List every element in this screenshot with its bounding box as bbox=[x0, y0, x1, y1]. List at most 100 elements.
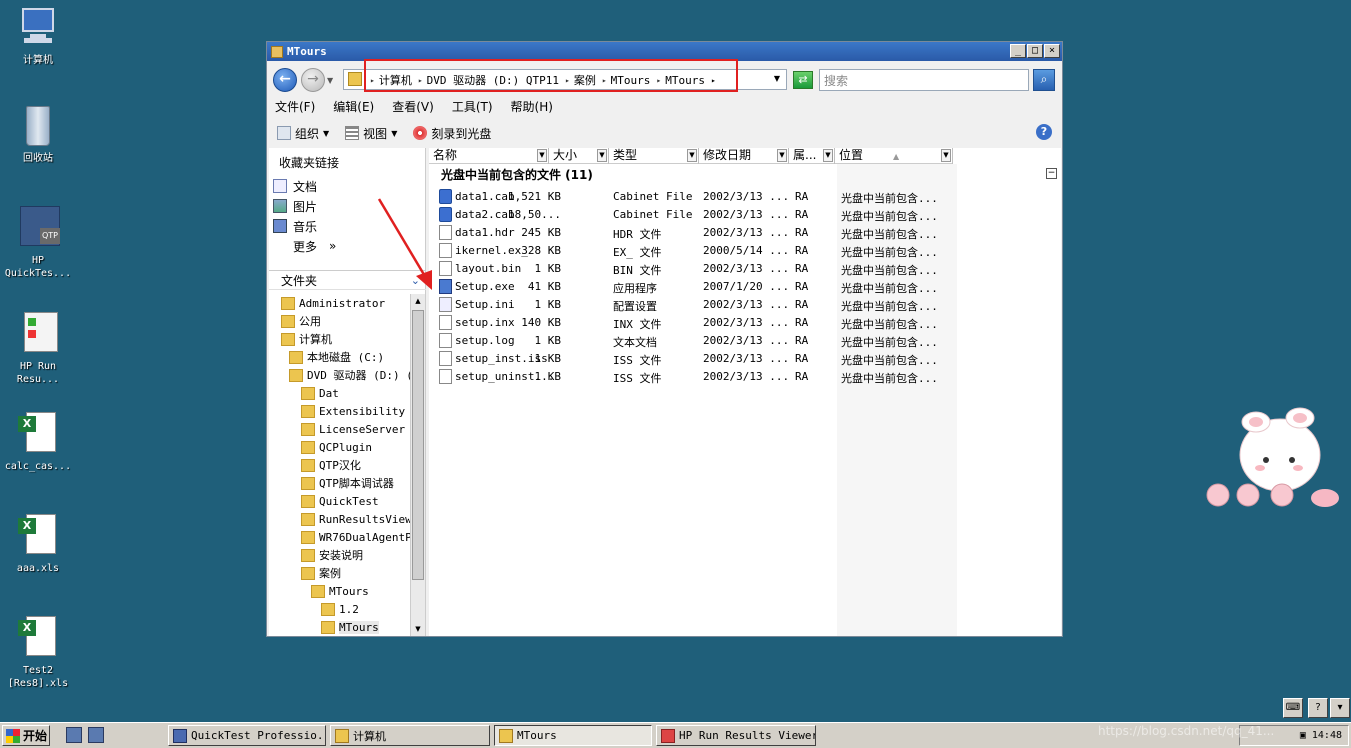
file-row[interactable]: setup.log 1 KB 文本文档 2002/3/13 ... RA 光盘中当前包含.… bbox=[429, 332, 1049, 350]
favorite-music[interactable]: 音乐 bbox=[273, 216, 336, 236]
scroll-down-icon[interactable]: ▼ bbox=[411, 622, 425, 636]
refresh-button[interactable]: ⇄ bbox=[793, 71, 813, 89]
column-dropdown-icon[interactable]: ▼ bbox=[823, 149, 833, 162]
desktop-icon-computer[interactable]: 计算机 bbox=[2, 6, 74, 67]
tree-folder-item[interactable]: Dat bbox=[301, 384, 339, 402]
minimize-button[interactable]: _ bbox=[1010, 44, 1026, 58]
file-row[interactable]: layout.bin 1 KB BIN 文件 2002/3/13 ... RA 光盘中当前… bbox=[429, 260, 1049, 278]
menu-item[interactable]: 帮助(H) bbox=[511, 98, 553, 115]
help-icon[interactable]: ? bbox=[1308, 698, 1328, 718]
tree-folder-item[interactable]: MTours bbox=[311, 582, 369, 600]
tree-folder-item[interactable]: Administrator bbox=[281, 294, 385, 312]
keyboard-icon[interactable]: ⌨ bbox=[1283, 698, 1303, 718]
task-mtours[interactable]: MTours bbox=[494, 725, 652, 746]
desktop-icon-aaa-xls[interactable]: X aaa.xls bbox=[2, 514, 74, 575]
favorite-more[interactable]: 更多 » bbox=[273, 236, 336, 256]
quicklaunch-icon[interactable] bbox=[88, 727, 104, 743]
history-dropdown[interactable]: ▼ bbox=[327, 76, 333, 85]
address-dropdown-icon[interactable]: ▼ bbox=[774, 74, 780, 83]
search-input[interactable]: 搜索 bbox=[819, 69, 1029, 91]
column-header[interactable]: 类型 ▼ bbox=[609, 148, 699, 164]
doc-file-icon bbox=[439, 225, 452, 240]
help-button[interactable]: ? bbox=[1036, 124, 1052, 140]
column-dropdown-icon[interactable]: ▼ bbox=[777, 149, 787, 162]
tree-folder-item[interactable]: WR76DualAgentPa bbox=[301, 528, 411, 546]
task-run-results[interactable]: HP Run Results Viewer bbox=[656, 725, 816, 746]
tree-folder-item[interactable]: QCPlugin bbox=[301, 438, 372, 456]
folder-tree-scrollbar[interactable]: ▲ ▼ bbox=[410, 294, 425, 636]
tree-folder-item[interactable]: 安装说明 bbox=[301, 546, 363, 564]
column-dropdown-icon[interactable]: ▼ bbox=[941, 149, 951, 162]
file-type: ISS 文件 bbox=[613, 372, 662, 385]
menu-item[interactable]: 工具(T) bbox=[452, 98, 493, 115]
command-toolbar: 组织 ▼ 视图 ▼ 刻录到光盘 bbox=[277, 122, 1052, 144]
tree-folder-item[interactable]: QTP脚本调试器 bbox=[301, 474, 394, 492]
favorite-documents[interactable]: 文档 bbox=[273, 176, 336, 196]
column-header[interactable]: 名称 ▼ bbox=[429, 148, 549, 164]
file-row[interactable]: data1.cab 1,521 KB Cabinet File 2002/3/13 .… bbox=[429, 188, 1049, 206]
favorites-header[interactable]: 收藏夹链接 bbox=[279, 154, 339, 171]
tree-folder-item[interactable]: QTP汉化 bbox=[301, 456, 361, 474]
column-header[interactable]: 属... ▼ bbox=[789, 148, 835, 164]
tree-folder-item[interactable]: LicenseServer bbox=[301, 420, 405, 438]
favorite-pictures[interactable]: 图片 bbox=[273, 196, 336, 216]
tree-folder-item[interactable]: DVD 驱动器 (D:) ( bbox=[289, 366, 411, 384]
task-computer[interactable]: 计算机 bbox=[330, 725, 490, 746]
desktop-icon-test2[interactable]: X Test2 [Res8].xls bbox=[2, 616, 74, 690]
close-button[interactable]: × bbox=[1044, 44, 1060, 58]
file-row[interactable]: setup_inst.iss 1 KB ISS 文件 2002/3/13 ... RA 光… bbox=[429, 350, 1049, 368]
file-row[interactable]: ikernel.ex_ 328 KB EX_ 文件 2000/5/14 ... RA 光盘… bbox=[429, 242, 1049, 260]
scroll-up-icon[interactable]: ▲ bbox=[411, 294, 425, 308]
clock[interactable]: 14:48 bbox=[1312, 730, 1342, 741]
column-dropdown-icon[interactable]: ▼ bbox=[537, 149, 547, 162]
file-row[interactable]: Setup.ini 1 KB 配置设置 2002/3/13 ... RA 光盘中当前包含.… bbox=[429, 296, 1049, 314]
menu-item[interactable]: 编辑(E) bbox=[333, 98, 374, 115]
dropdown-icon[interactable]: ▾ bbox=[1330, 698, 1350, 718]
desktop-icon-run-results[interactable]: HP Run Resu... bbox=[2, 312, 74, 386]
file-type: EX_ 文件 bbox=[613, 246, 662, 259]
file-row[interactable]: setup.inx 140 KB INX 文件 2002/3/13 ... RA 光盘中当… bbox=[429, 314, 1049, 332]
column-header[interactable]: 位置 ▲ ▼ bbox=[835, 148, 953, 164]
collapse-group-button[interactable]: − bbox=[1046, 168, 1057, 179]
column-dropdown-icon[interactable]: ▼ bbox=[597, 149, 607, 162]
desktop-icon-quicktest[interactable]: QTP HP QuickTes... bbox=[2, 206, 74, 280]
network-icon[interactable]: ▣ bbox=[1300, 730, 1306, 741]
burn-disc-button[interactable]: 刻录到光盘 bbox=[413, 125, 491, 142]
back-button[interactable]: ← bbox=[273, 68, 297, 92]
scrollbar-thumb[interactable] bbox=[412, 310, 424, 580]
file-type: BIN 文件 bbox=[613, 264, 662, 277]
forward-button[interactable]: → bbox=[301, 68, 325, 92]
tree-folder-item[interactable]: 公用 bbox=[281, 312, 321, 330]
task-quicktest[interactable]: QuickTest Professio... bbox=[168, 725, 326, 746]
tree-folder-item[interactable]: RunResultsViewe bbox=[301, 510, 411, 528]
column-dropdown-icon[interactable]: ▼ bbox=[687, 149, 697, 162]
views-button[interactable]: 视图 ▼ bbox=[345, 125, 397, 142]
tree-folder-item[interactable]: QuickTest bbox=[301, 492, 379, 510]
file-type: Cabinet File bbox=[613, 208, 693, 221]
tree-folder-item[interactable]: Extensibility a bbox=[301, 402, 411, 420]
file-row[interactable]: data1.hdr 245 KB HDR 文件 2002/3/13 ... RA 光盘中当… bbox=[429, 224, 1049, 242]
file-row[interactable]: Setup.exe 41 KB 应用程序 2007/1/20 ... RA 光盘中当前包含… bbox=[429, 278, 1049, 296]
tree-folder-item[interactable]: 计算机 bbox=[281, 330, 332, 348]
folders-header[interactable]: 文件夹 ⌄ bbox=[269, 270, 426, 290]
organize-button[interactable]: 组织 ▼ bbox=[277, 125, 329, 142]
file-row[interactable]: data2.cab 18,50... Cabinet File 2002/3/13 .… bbox=[429, 206, 1049, 224]
desktop-icon-calc-cas[interactable]: X calc_cas... bbox=[2, 412, 74, 473]
column-header[interactable]: 修改日期 ▼ bbox=[699, 148, 789, 164]
search-button[interactable]: ⌕ bbox=[1033, 69, 1055, 91]
column-header[interactable]: 大小 ▼ bbox=[549, 148, 609, 164]
menu-item[interactable]: 查看(V) bbox=[392, 98, 434, 115]
file-row[interactable]: setup_uninst... 1 KB ISS 文件 2002/3/13 ... RA… bbox=[429, 368, 1049, 386]
show-desktop-icon[interactable] bbox=[66, 727, 82, 743]
maximize-button[interactable]: □ bbox=[1027, 44, 1043, 58]
tree-folder-item[interactable]: 案例 bbox=[301, 564, 341, 582]
desktop-icon-recycle-bin[interactable]: 回收站 bbox=[2, 104, 74, 165]
file-attr: RA bbox=[795, 334, 809, 347]
start-button[interactable]: 开始 bbox=[2, 725, 50, 746]
menu-item[interactable]: 文件(F) bbox=[275, 98, 315, 115]
tree-folder-item[interactable]: 本地磁盘 (C:) bbox=[289, 348, 384, 366]
tree-folder-item[interactable]: 1.2 bbox=[321, 600, 359, 618]
group-header[interactable]: 光盘中当前包含的文件 (11) bbox=[441, 166, 593, 183]
file-type: ISS 文件 bbox=[613, 354, 662, 367]
tree-folder-item[interactable]: MTours bbox=[321, 618, 379, 634]
